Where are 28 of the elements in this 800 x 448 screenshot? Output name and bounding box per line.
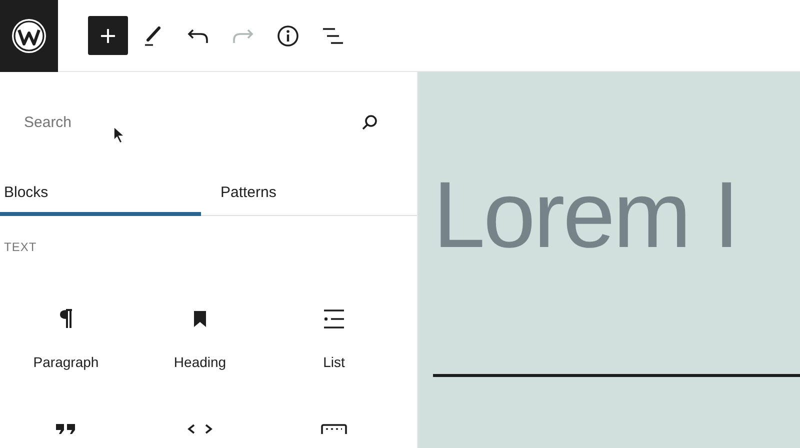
info-icon [277,24,299,46]
category-heading: TEXT [4,240,38,254]
block-item[interactable]: Paragraph [0,304,132,374]
tab[interactable]: Blocks [0,172,200,216]
block-item[interactable]: Heading [134,304,266,374]
list-view-icon [322,26,344,44]
block-label: List [323,354,345,370]
list-icon [323,308,345,328]
logo-icon [10,16,48,54]
search-field[interactable]: Search [24,114,361,130]
keyboard-icon [321,424,347,434]
bookmark-icon [193,310,207,328]
tab[interactable]: Patterns [200,172,417,216]
quote-icon [55,424,77,434]
block-label: Paragraph [33,354,99,370]
block-item[interactable]: List [268,304,400,374]
plus-icon [99,26,117,44]
redo-icon [232,28,254,44]
undo-icon [187,28,209,44]
add-block-button[interactable] [88,16,128,55]
canvas-heading: Lorem I [433,168,739,262]
pilcrow-icon [59,308,73,328]
logo-button[interactable] [0,0,58,72]
code-icon [187,424,213,434]
pencil-icon [143,24,163,46]
mouse-pointer-icon [113,126,125,144]
search-icon [361,113,379,131]
block-label: Heading [174,354,226,370]
